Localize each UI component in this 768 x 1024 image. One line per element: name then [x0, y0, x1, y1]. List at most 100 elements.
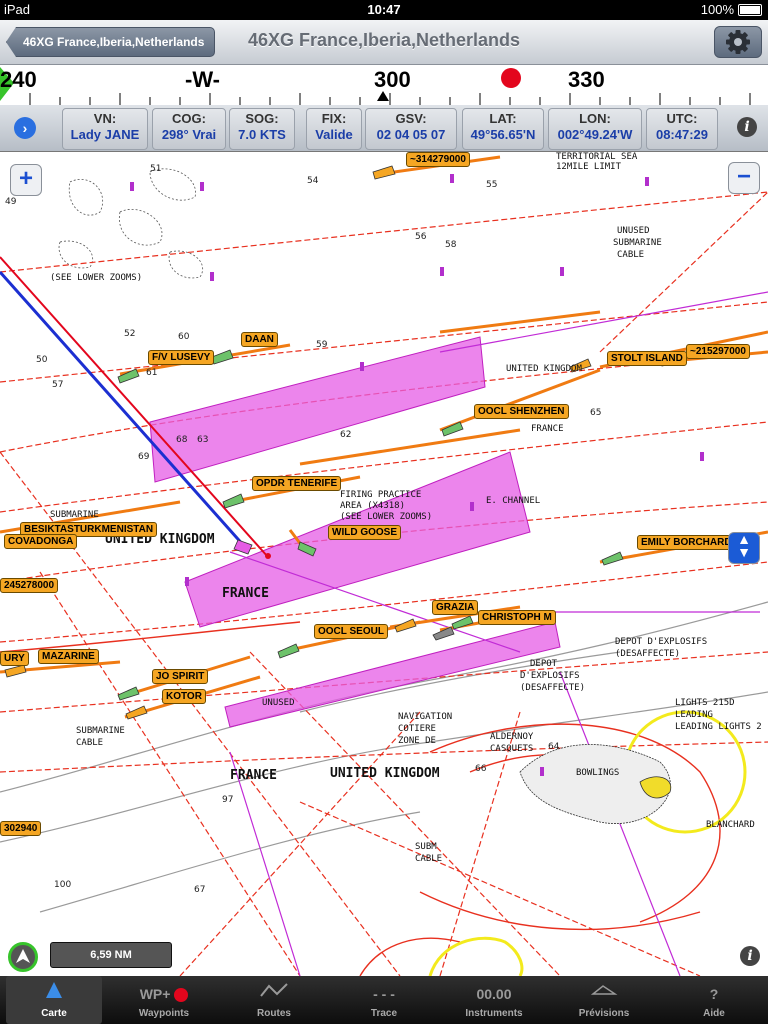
- vessel-label[interactable]: EMILY BORCHARD: [637, 535, 736, 550]
- help-icon: ?: [709, 986, 719, 1002]
- depth-sounding: 63: [197, 435, 209, 445]
- depth-sounding: 55: [486, 180, 498, 190]
- chart-label: FIRING PRACTICE: [340, 490, 422, 500]
- scale-bar: 6,59 NM: [50, 942, 172, 968]
- info-cell-gsv[interactable]: GSV: 02 04 05 07: [365, 108, 457, 150]
- info-value: 002°49.24'W: [557, 127, 633, 142]
- info-value: Valide: [315, 127, 353, 142]
- forecast-icon: [556, 980, 652, 1008]
- chart-label: CASQUETS: [490, 744, 534, 754]
- info-cell-fix[interactable]: FIX: Valide: [306, 108, 362, 150]
- expand-arrow-icon[interactable]: ›: [14, 117, 36, 139]
- tab-waypoints[interactable]: WP+ Waypoints: [116, 976, 212, 1024]
- chart-label: (DESAFFECTE): [615, 649, 681, 659]
- vessel-label[interactable]: OOCL SHENZHEN: [474, 404, 569, 419]
- info-label: VN:: [93, 111, 117, 126]
- chart-label: CABLE: [76, 738, 104, 748]
- tab-previsions[interactable]: Prévisions: [556, 976, 652, 1024]
- tab-label: Waypoints: [138, 1008, 190, 1019]
- info-cell-utc[interactable]: UTC: 08:47:29: [646, 108, 718, 150]
- chart-label: UNITED KINGDOM: [506, 364, 582, 374]
- vessel-label[interactable]: ~314279000: [406, 152, 470, 167]
- chart-label: (SEE LOWER ZOOMS): [340, 512, 433, 522]
- info-label: LAT:: [489, 111, 517, 126]
- vessel-label[interactable]: 302940: [0, 821, 42, 836]
- vessel-label[interactable]: F/V LUSEVY: [148, 350, 215, 365]
- tab-instruments[interactable]: 00.00 Instruments: [446, 976, 542, 1024]
- info-value: 298° Vrai: [161, 127, 217, 142]
- chart-label: 12MILE LIMIT: [556, 162, 622, 172]
- chart-label: ZONE DE: [398, 736, 436, 746]
- vessel-label[interactable]: WILD GOOSE: [328, 525, 401, 540]
- vessel-label[interactable]: URY: [0, 651, 29, 666]
- depth-sounding: 68: [176, 435, 188, 445]
- vessel-label[interactable]: COVADONGA: [4, 534, 78, 549]
- tab-routes[interactable]: Routes: [226, 976, 322, 1024]
- chart-label: SUBM: [415, 842, 437, 852]
- tab-trace[interactable]: - - - Trace: [336, 976, 432, 1024]
- vessel-label[interactable]: CHRISTOPH M: [478, 610, 556, 625]
- chart-label: SUBMARINE: [613, 238, 662, 248]
- tab-carte[interactable]: Carte: [6, 976, 102, 1024]
- info-cell-cog[interactable]: COG: 298° Vrai: [152, 108, 226, 150]
- chart-label: SUBMARINE: [50, 510, 99, 520]
- chart-label: LEADING LIGHTS 2: [675, 722, 762, 732]
- vessel-label[interactable]: STOLT ISLAND: [607, 351, 687, 366]
- chart-label: FRANCE: [531, 424, 564, 434]
- chart-label: BLANCHARD: [706, 820, 755, 830]
- chart-label: UNITED KINGDOM: [330, 766, 440, 781]
- vessel-label[interactable]: 245278000: [0, 578, 59, 593]
- vessel-label[interactable]: JO SPIRIT: [152, 669, 209, 684]
- chart-label: D'EXPLOSIFS: [520, 671, 580, 681]
- info-label: GSV:: [395, 111, 427, 126]
- tab-bar: Carte WP+ Waypoints Routes - - - Trace 0…: [0, 976, 768, 1024]
- depth-sounding: 100: [54, 880, 72, 890]
- vessel-label[interactable]: MAZARINE: [38, 649, 99, 664]
- depth-sounding: 61: [146, 368, 158, 378]
- tab-label: Trace: [370, 1008, 398, 1019]
- route-icon: [226, 980, 322, 1008]
- info-cell-sog[interactable]: SOG: 7.0 KTS: [229, 108, 295, 150]
- info-cell-lat[interactable]: LAT: 49°56.65'N: [462, 108, 544, 150]
- info-cell-lon[interactable]: LON: 002°49.24'W: [548, 108, 642, 150]
- instruments-icon: 00.00: [476, 986, 512, 1002]
- info-icon[interactable]: i: [737, 117, 757, 137]
- depth-sounding: 97: [222, 795, 234, 805]
- map-info-icon[interactable]: i: [740, 946, 760, 966]
- nautical-chart[interactable]: 51 54 49 55 52 50 60 61 62 57 65 63 69 5…: [0, 152, 768, 976]
- zoom-out-button[interactable]: −: [728, 162, 760, 194]
- scroll-updown-icon[interactable]: ▲ ▼: [728, 532, 760, 564]
- tab-label: Carte: [41, 1008, 67, 1019]
- zoom-in-button[interactable]: +: [10, 164, 42, 196]
- vessel-label[interactable]: OPDR TENERIFE: [252, 476, 342, 491]
- chart-label: ALDERNOY: [490, 732, 534, 742]
- settings-button[interactable]: [714, 26, 762, 58]
- depth-sounding: 66: [475, 764, 487, 774]
- tab-label: Routes: [257, 1008, 291, 1019]
- info-label: SOG:: [245, 111, 279, 126]
- status-right: 100%: [701, 2, 762, 17]
- vessel-label[interactable]: DAAN: [241, 332, 278, 347]
- info-label: FIX:: [321, 111, 347, 126]
- depth-sounding: 56: [415, 232, 427, 242]
- chart-label: COTIERE: [398, 724, 436, 734]
- chart-label: FRANCE: [230, 768, 277, 783]
- north-up-icon[interactable]: [8, 942, 38, 972]
- info-value: 02 04 05 07: [376, 127, 446, 142]
- chart-label: TERRITORIAL SEA: [556, 152, 638, 162]
- vessel-label[interactable]: GRAZIA: [432, 600, 479, 615]
- info-label: COG:: [172, 111, 206, 126]
- vessel-label[interactable]: OOCL SEOUL: [314, 624, 388, 639]
- arrow-up-icon: [16, 949, 30, 963]
- chart-label: (DESAFFECTE): [520, 683, 586, 693]
- info-cell-vn[interactable]: VN: Lady JANE: [62, 108, 148, 150]
- tab-aide[interactable]: ? Aide: [666, 976, 762, 1024]
- tab-label: Prévisions: [578, 1008, 630, 1019]
- depth-sounding: 67: [194, 885, 206, 895]
- chart-label: LEADING: [675, 710, 713, 720]
- depth-sounding: 64: [548, 742, 560, 752]
- vessel-label[interactable]: KOTOR: [162, 689, 206, 704]
- page-title: 46XG France,Iberia,Netherlands: [247, 30, 521, 50]
- chart-label: AREA (X4318): [340, 501, 406, 511]
- vessel-label[interactable]: ~215297000: [686, 344, 750, 359]
